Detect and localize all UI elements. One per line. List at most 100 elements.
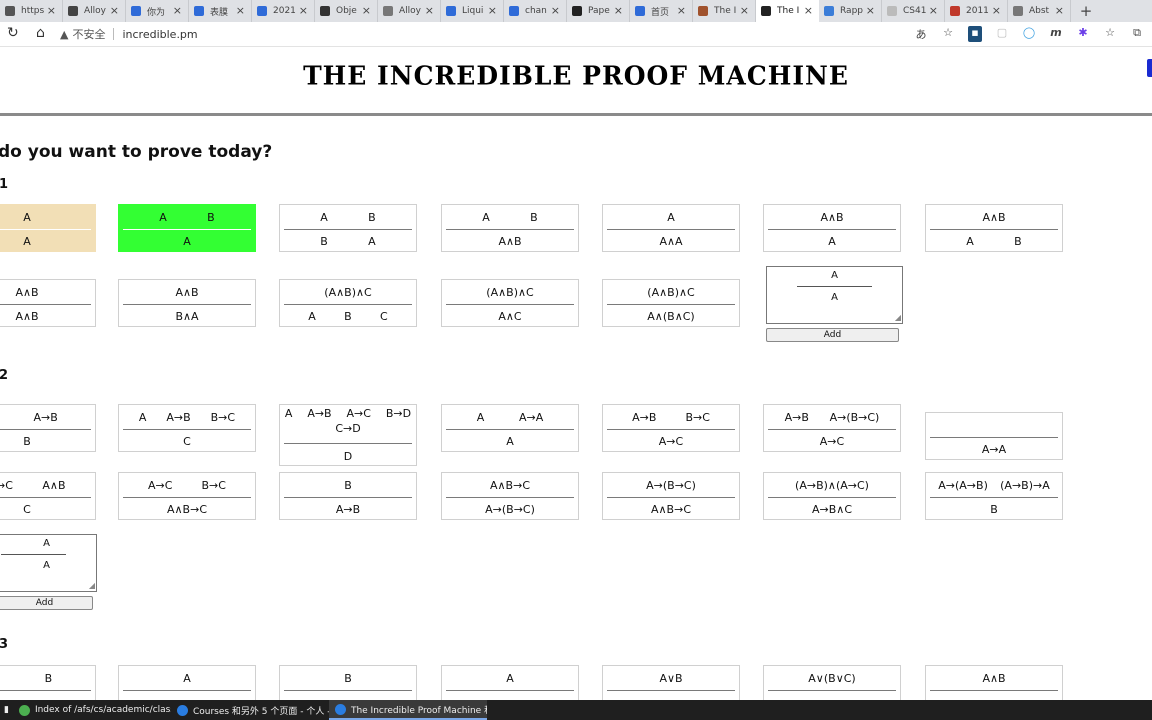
rule-premise[interactable]: A <box>159 211 167 224</box>
rule-premise[interactable]: C→D <box>335 422 360 435</box>
close-tab-icon[interactable]: × <box>992 4 1001 17</box>
rule-premise[interactable]: A→B <box>307 407 331 420</box>
extension-grid-icon[interactable]: ▢ <box>995 26 1009 42</box>
rule-premise[interactable]: B <box>344 479 352 492</box>
rule-conclusion[interactable]: C <box>380 310 388 323</box>
home-icon[interactable]: ⌂ <box>36 25 45 41</box>
rule-conclusion[interactable]: A <box>828 235 836 248</box>
rule-block[interactable]: A→C B→C A∧B→C <box>118 472 256 520</box>
rule-premise[interactable]: A <box>183 672 191 685</box>
rule-premise[interactable]: (A→B)∧(A→C) <box>795 479 869 492</box>
rule-conclusion[interactable]: A∧B <box>15 310 38 323</box>
side-panel-handle[interactable] <box>1147 59 1152 77</box>
translate-icon[interactable]: あ <box>914 26 928 42</box>
rule-premise[interactable]: A <box>667 211 675 224</box>
rule-conclusion[interactable]: B <box>990 503 998 516</box>
rule-block[interactable]: A→(A→B) (A→B)→A B <box>925 472 1063 520</box>
rule-premise[interactable]: A∧B→C <box>490 479 530 492</box>
rule-premise[interactable]: B→C <box>211 411 235 424</box>
add-rule-button[interactable]: Add <box>766 328 899 342</box>
rule-premise[interactable]: (A∧B)∧C <box>324 286 371 299</box>
reload-icon[interactable]: ↻ <box>7 25 19 41</box>
rule-block[interactable]: ABBA <box>279 204 417 252</box>
rule-block[interactable]: A∨(B∨C) <box>763 665 901 700</box>
rule-conclusion[interactable]: B <box>344 310 352 323</box>
rule-premise[interactable]: A→C <box>347 407 371 420</box>
browser-tab[interactable]: 2021 × <box>252 0 315 22</box>
rule-block[interactable]: A→B B <box>0 404 96 452</box>
rule-conclusion[interactable]: A∧(B∧C) <box>647 310 694 323</box>
rule-premise[interactable]: B→D <box>386 407 411 420</box>
rule-premise[interactable]: A <box>320 211 328 224</box>
rule-premise[interactable]: A→B <box>166 411 190 424</box>
rule-premise[interactable]: A∨(B∨C) <box>808 672 855 685</box>
rule-block[interactable]: A∨B <box>602 665 740 700</box>
extension-circle-icon[interactable]: ◯ <box>1022 26 1036 42</box>
browser-tab[interactable]: 首页 × <box>630 0 693 22</box>
resize-grip-icon[interactable]: ◢ <box>89 581 95 590</box>
browser-tab[interactable]: Abst × <box>1008 0 1071 22</box>
editor-conclusion[interactable]: A <box>767 292 902 303</box>
rule-premise[interactable]: A∧B <box>820 211 843 224</box>
favorite-add-icon[interactable]: ☆ <box>941 26 955 42</box>
editor-conclusion[interactable]: A <box>0 560 96 571</box>
rule-block[interactable]: ABA <box>118 204 256 252</box>
rule-conclusion[interactable]: D <box>344 450 352 463</box>
browser-tab[interactable]: Liqui × <box>441 0 504 22</box>
rule-premise[interactable]: A <box>285 407 293 420</box>
rule-block[interactable]: A <box>441 665 579 700</box>
rule-conclusion[interactable]: B <box>320 235 328 248</box>
browser-tab[interactable]: Rapp × <box>819 0 882 22</box>
browser-tab[interactable]: 你为 × <box>126 0 189 22</box>
editor-premise[interactable]: A <box>767 270 902 281</box>
rule-conclusion[interactable]: B <box>1014 235 1022 248</box>
rule-premise[interactable]: A→A <box>519 411 543 424</box>
rule-block[interactable]: (A∧B)∧C A∧(B∧C) <box>602 279 740 327</box>
browser-tab[interactable]: The I × <box>756 0 819 22</box>
rule-block[interactable]: A∧B→C A→(B→C) <box>441 472 579 520</box>
rule-conclusion[interactable]: A→(B→C) <box>485 503 535 516</box>
rule-conclusion[interactable]: A→C <box>659 435 683 448</box>
browser-tab[interactable]: https × <box>0 0 63 22</box>
close-tab-icon[interactable]: × <box>236 4 245 17</box>
close-tab-icon[interactable]: × <box>677 4 686 17</box>
rule-block[interactable]: A∧B <box>925 665 1063 700</box>
browser-tab[interactable]: Obje × <box>315 0 378 22</box>
rule-conclusion[interactable]: C <box>23 503 31 516</box>
rule-premise[interactable]: A∧B <box>982 211 1005 224</box>
rule-premise[interactable]: A→B <box>632 411 656 424</box>
rule-conclusion[interactable]: A→B∧C <box>812 503 852 516</box>
rule-block[interactable]: A→B A→(B→C) A→C <box>763 404 901 452</box>
rule-premise[interactable]: B→C <box>202 479 226 492</box>
browser-tab[interactable]: Pape × <box>567 0 630 22</box>
rule-premise[interactable]: A→B <box>33 411 57 424</box>
close-tab-icon[interactable]: × <box>299 4 308 17</box>
taskbar-window[interactable]: Courses 和另外 5 个页面 - 个人 - ... <box>171 700 329 720</box>
rule-premise[interactable]: A <box>23 211 31 224</box>
rule-conclusion[interactable]: A <box>966 235 974 248</box>
close-tab-icon[interactable]: × <box>1055 4 1064 17</box>
rule-block[interactable]: A→B B→C A→C <box>602 404 740 452</box>
rule-block[interactable]: (A∧B)∧C A B C <box>279 279 417 327</box>
rule-premise[interactable]: A∧B <box>42 479 65 492</box>
rule-premise[interactable]: A∨B <box>659 672 682 685</box>
extension-m-icon[interactable]: m <box>1049 26 1063 42</box>
rule-block[interactable]: A→(B→C) A∧B→C <box>602 472 740 520</box>
browser-tab[interactable]: Alloy × <box>378 0 441 22</box>
rule-conclusion[interactable]: A∧C <box>498 310 521 323</box>
rule-conclusion[interactable]: A <box>308 310 316 323</box>
custom-rule-editor[interactable]: A A ◢ <box>0 534 97 592</box>
browser-tab[interactable]: chan × <box>504 0 567 22</box>
rule-premise[interactable]: (A∧B)∧C <box>647 286 694 299</box>
close-tab-icon[interactable]: × <box>110 4 119 17</box>
rule-block[interactable]: A∧B B∧A <box>118 279 256 327</box>
rule-block[interactable]: A∧B A B <box>925 204 1063 252</box>
extension-square-icon[interactable]: ▪ <box>968 26 982 42</box>
close-tab-icon[interactable]: × <box>362 4 371 17</box>
favorites-icon[interactable]: ☆ <box>1103 26 1117 42</box>
close-tab-icon[interactable]: × <box>47 4 56 17</box>
taskbar-window[interactable]: The Incredible Proof Machine 和... <box>328 700 487 720</box>
close-tab-icon[interactable]: × <box>488 4 497 17</box>
close-tab-icon[interactable]: × <box>929 4 938 17</box>
rule-premise[interactable]: (A→B)→A <box>1000 479 1050 492</box>
